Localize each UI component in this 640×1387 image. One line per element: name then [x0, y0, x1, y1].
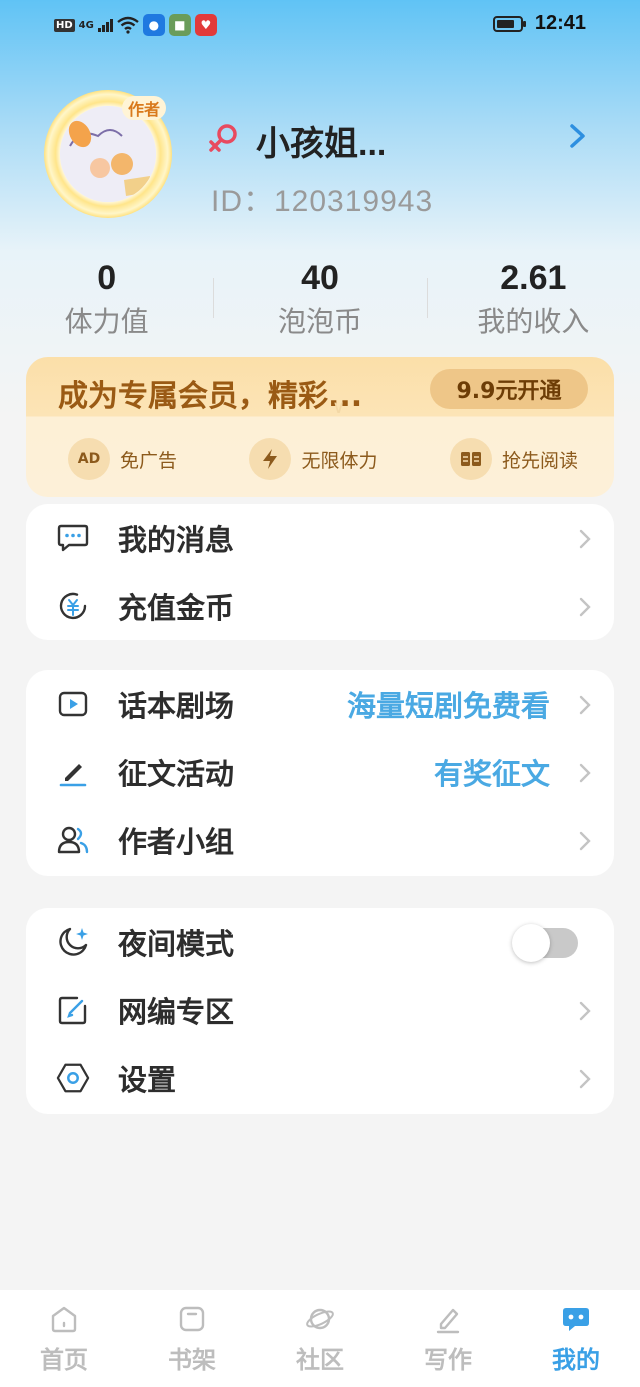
- signal-icon: [97, 18, 113, 32]
- settings-icon: [56, 1061, 90, 1095]
- stat-value: 2.61: [500, 259, 567, 297]
- status-right: 12:41: [492, 12, 586, 35]
- vip-activate-button[interactable]: 9.9元开通: [430, 369, 588, 409]
- stat-label: 泡泡币: [277, 305, 362, 338]
- night-mode-toggle[interactable]: [512, 924, 578, 962]
- vip-title: 成为专属会员，精彩...: [58, 379, 363, 414]
- status-bar: HD 4G ● ■ ♥ 12:41: [0, 0, 640, 52]
- stat-income[interactable]: 2.61 我的收入: [426, 256, 640, 346]
- perk-no-ads[interactable]: AD 免广告: [68, 435, 177, 483]
- pen-icon: [56, 755, 90, 789]
- user-id: ID：120319943: [211, 185, 434, 218]
- ad-icon: AD: [68, 438, 110, 480]
- chevron-right-icon: [579, 1001, 591, 1021]
- book-icon: [449, 438, 492, 480]
- edit-icon: [56, 993, 90, 1027]
- perk-label: 无限体力: [301, 449, 378, 472]
- chevron-right-icon: [579, 1069, 591, 1089]
- avatar-illustration: [60, 106, 156, 202]
- avatar[interactable]: 作者: [44, 90, 172, 218]
- menu-item-label: 话本剧场: [118, 689, 235, 723]
- menu-item-label: 作者小组: [118, 825, 235, 859]
- chevron-right-icon: [579, 831, 591, 851]
- write-icon: [436, 1308, 460, 1334]
- lightning-icon: [249, 438, 292, 480]
- moon-icon: [56, 925, 90, 959]
- menu-item-label: 征文活动: [118, 757, 235, 791]
- menu-item-writing-contest[interactable]: 征文活动 有奖征文: [26, 738, 614, 806]
- battery-icon: [492, 15, 526, 32]
- battery-level: [496, 19, 514, 28]
- stats-bar: 0 体力值 40 泡泡币 2.61 我的收入: [0, 256, 640, 346]
- stat-value: 0: [97, 259, 117, 297]
- perk-early-reading[interactable]: 抢先阅读: [449, 435, 578, 483]
- perk-label: 免广告: [120, 449, 178, 472]
- nav-mine[interactable]: 我的: [512, 1290, 640, 1387]
- chevron-right-icon[interactable]: [566, 122, 590, 150]
- author-badge: 作者: [122, 96, 167, 120]
- chevron-right-icon: [579, 763, 591, 783]
- wifi-icon: [117, 16, 139, 34]
- status-left: HD 4G ● ■ ♥: [54, 14, 217, 36]
- chevron-right-icon: [579, 529, 591, 549]
- play-icon: [56, 687, 90, 721]
- stat-label: 体力值: [64, 305, 149, 338]
- vip-perks: AD 免广告 无限体力 抢先阅读: [26, 435, 614, 483]
- notification-app-icon-1: ●: [142, 14, 165, 36]
- profile-chat-icon: [563, 1308, 589, 1331]
- menu-item-night-mode[interactable]: 夜间模式: [26, 908, 614, 976]
- bottom-navigation: 首页 书架 社区 写作 我的: [0, 1290, 640, 1387]
- nav-label: 写作: [424, 1346, 472, 1374]
- stat-bubble-coins[interactable]: 40 泡泡币: [213, 256, 426, 346]
- menu-card-settings: 夜间模式 网编专区 设置: [26, 908, 614, 1114]
- nav-home[interactable]: 首页: [0, 1290, 128, 1387]
- menu-item-label: 设置: [118, 1063, 177, 1097]
- notification-app-icon-3: ♥: [194, 14, 217, 36]
- bookshelf-icon: [179, 1306, 205, 1332]
- menu-item-editor-zone[interactable]: 网编专区: [26, 976, 614, 1044]
- coin-icon: [56, 589, 90, 623]
- nav-label: 首页: [40, 1346, 88, 1374]
- nav-community[interactable]: 社区: [256, 1290, 384, 1387]
- menu-card-account: 我的消息 充值金币: [26, 504, 614, 640]
- perk-label: 抢先阅读: [501, 449, 578, 472]
- stat-label: 我的收入: [477, 305, 590, 338]
- hd-badge: HD: [54, 18, 75, 32]
- avatar-image: [60, 106, 156, 202]
- nav-label: 书架: [168, 1346, 216, 1374]
- clock: 12:41: [534, 12, 586, 34]
- username[interactable]: 小孩姐...: [256, 116, 386, 165]
- nav-bookshelf[interactable]: 书架: [128, 1290, 256, 1387]
- menu-item-promo: 海量短剧免费看: [346, 689, 550, 723]
- planet-icon: [306, 1308, 334, 1330]
- menu-item-label: 网编专区: [118, 995, 235, 1029]
- nav-label: 我的: [552, 1346, 600, 1374]
- chevron-down-icon: ∨: [332, 397, 346, 418]
- nav-write[interactable]: 写作: [384, 1290, 512, 1387]
- female-gender-icon: [209, 124, 237, 152]
- menu-item-label: 充值金币: [118, 591, 235, 625]
- group-icon: [56, 823, 90, 857]
- menu-item-messages[interactable]: 我的消息: [26, 504, 614, 572]
- menu-card-creative: 话本剧场 海量短剧免费看 征文活动 有奖征文 作者小组: [26, 670, 614, 876]
- home-icon: [51, 1306, 77, 1333]
- chevron-right-icon: [579, 597, 591, 617]
- menu-item-theater[interactable]: 话本剧场 海量短剧免费看: [26, 670, 614, 738]
- toggle-knob: [512, 924, 550, 962]
- chevron-right-icon: [579, 695, 591, 715]
- nav-label: 社区: [296, 1346, 344, 1374]
- message-icon: [56, 521, 90, 555]
- perk-unlimited-stamina[interactable]: 无限体力: [249, 435, 378, 483]
- menu-item-promo: 有奖征文: [433, 757, 550, 791]
- stat-stamina[interactable]: 0 体力值: [0, 256, 213, 346]
- stat-value: 40: [301, 259, 339, 297]
- menu-item-label: 夜间模式: [118, 927, 235, 961]
- vip-banner[interactable]: 成为专属会员，精彩... ∨ 9.9元开通 AD 免广告 无限体力 抢先阅读: [26, 357, 614, 497]
- menu-item-author-group[interactable]: 作者小组: [26, 806, 614, 874]
- menu-item-label: 我的消息: [118, 523, 235, 557]
- menu-item-recharge[interactable]: 充值金币: [26, 572, 614, 640]
- menu-item-settings[interactable]: 设置: [26, 1044, 614, 1112]
- network-type: 4G: [78, 19, 94, 31]
- notification-app-icon-2: ■: [168, 14, 191, 36]
